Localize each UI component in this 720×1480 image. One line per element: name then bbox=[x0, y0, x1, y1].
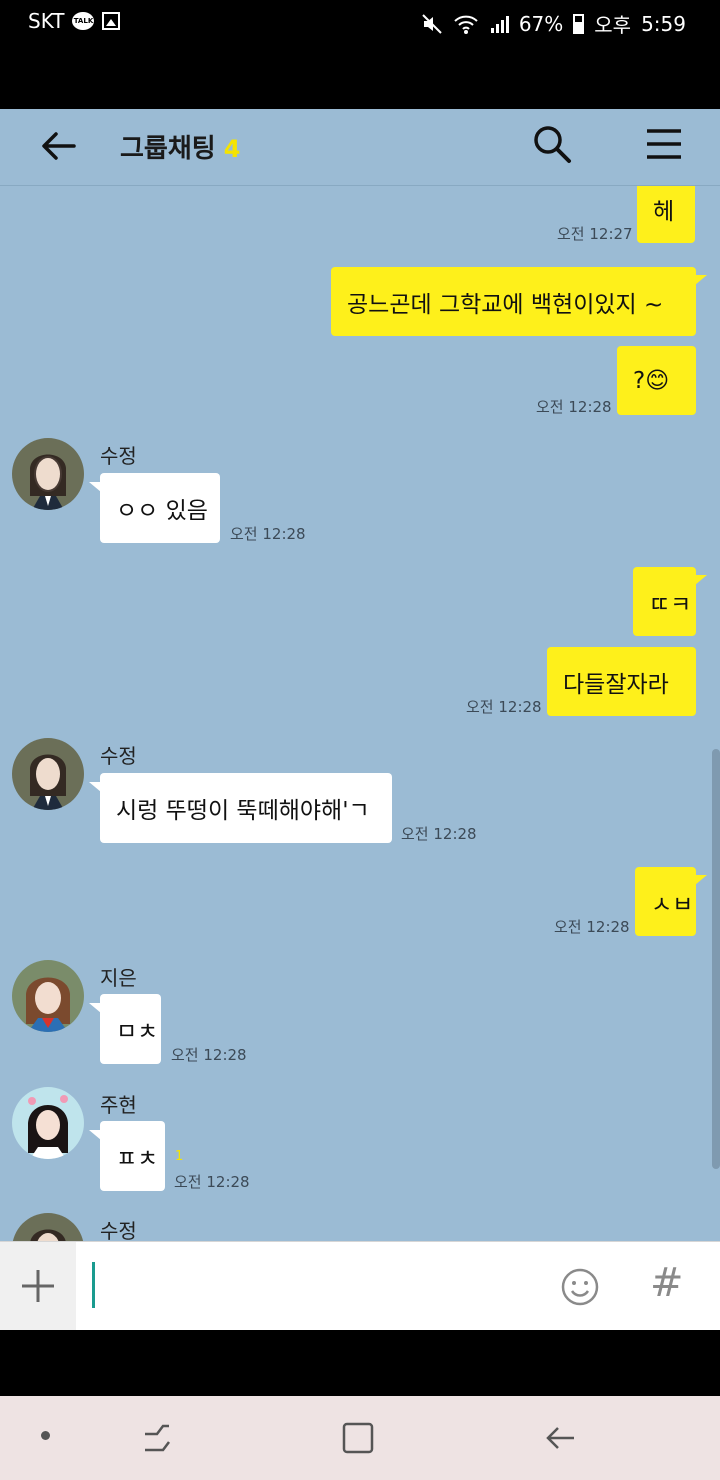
attach-button[interactable] bbox=[0, 1242, 76, 1330]
bubble-tail bbox=[695, 275, 707, 285]
wifi-icon bbox=[454, 15, 478, 34]
carrier-label: SKT bbox=[28, 9, 65, 33]
status-bar: SKT TALK 67% 오후 5:59 bbox=[0, 0, 720, 44]
other-message-bubble[interactable]: ㅇㅇ 있음 bbox=[100, 473, 220, 543]
message-text: ㅁㅊ bbox=[116, 1019, 159, 1045]
bubble-tail bbox=[695, 875, 707, 885]
sender-name: 수정 bbox=[100, 1219, 137, 1241]
chat-title: 그룹채팅 4 bbox=[120, 128, 240, 165]
message-time: 오전 12:27 bbox=[557, 225, 633, 243]
my-message-bubble[interactable]: 공느곤데 그학교에 백현이있지 ~ bbox=[331, 267, 696, 336]
message-time: 오전 12:28 bbox=[401, 825, 477, 843]
message-text: ㅅㅂ bbox=[651, 891, 694, 918]
emoji-icon[interactable] bbox=[560, 1267, 600, 1307]
sender-name: 주현 bbox=[100, 1093, 137, 1117]
my-message-bubble[interactable]: 다들잘자라 bbox=[547, 647, 696, 716]
message-time: 오전 12:28 bbox=[466, 698, 542, 716]
back-icon[interactable] bbox=[540, 1418, 580, 1458]
message-text: ?😊 bbox=[633, 367, 670, 394]
message-text: 다들잘자라 bbox=[563, 671, 669, 698]
menu-icon[interactable] bbox=[644, 125, 684, 165]
my-message-bubble[interactable]: ㄸㅋ bbox=[633, 567, 696, 636]
bubble-tail bbox=[695, 575, 707, 585]
avatar-sujeong[interactable] bbox=[12, 738, 84, 810]
message-text: 공느곤데 그학교에 백현이있지 ~ bbox=[347, 291, 664, 318]
chat-header: 그룹채팅 4 bbox=[0, 109, 720, 186]
other-message-bubble[interactable]: ㅁㅊ bbox=[100, 994, 161, 1064]
message-text: ㅇㅇ 있음 bbox=[116, 498, 208, 524]
message-text: ㅍㅊ bbox=[116, 1146, 159, 1172]
search-icon[interactable] bbox=[530, 122, 574, 166]
bubble-tail bbox=[89, 482, 101, 492]
plus-icon bbox=[22, 1270, 54, 1302]
bubble-tail bbox=[89, 1003, 101, 1013]
battery-percent: 67% bbox=[518, 11, 564, 36]
sender-name: 수정 bbox=[100, 744, 137, 768]
message-input-bar: # bbox=[0, 1241, 720, 1330]
text-cursor bbox=[92, 1262, 95, 1308]
message-text: 시렁 뚜떵이 뚝떼해야해'ㄱ bbox=[116, 798, 370, 824]
other-message-bubble[interactable]: ㅍㅊ bbox=[100, 1121, 165, 1191]
chat-room[interactable]: 그룹채팅 4 헤 오전 12:27 공느곤데 그학교에 백현이있지 ~ ?😊 오전… bbox=[0, 109, 720, 1241]
avatar-sujeong[interactable] bbox=[12, 1213, 84, 1241]
nav-dot-icon[interactable] bbox=[41, 1431, 50, 1440]
message-time: 오전 12:28 bbox=[174, 1173, 250, 1191]
sender-name: 지은 bbox=[100, 966, 137, 990]
bubble-tail bbox=[89, 1130, 101, 1140]
back-arrow-icon[interactable] bbox=[38, 125, 80, 167]
ampm-label: 오후 bbox=[594, 13, 632, 37]
hash-icon[interactable]: # bbox=[650, 1260, 684, 1306]
unread-count: 1 bbox=[175, 1149, 184, 1164]
message-time: 오전 12:28 bbox=[536, 398, 612, 416]
avatar-sujeong[interactable] bbox=[12, 438, 84, 510]
kakaotalk-notification-icon: TALK bbox=[72, 12, 95, 30]
message-text: 헤 bbox=[653, 199, 675, 225]
image-notification-icon bbox=[102, 12, 121, 30]
my-message-bubble[interactable]: ?😊 bbox=[617, 346, 696, 415]
message-time: 오전 12:28 bbox=[554, 918, 630, 936]
my-message-bubble[interactable]: ㅅㅂ bbox=[635, 867, 696, 936]
system-nav-bar bbox=[0, 1396, 720, 1480]
battery-icon bbox=[573, 13, 585, 34]
bubble-tail bbox=[89, 782, 101, 792]
message-time: 오전 12:28 bbox=[230, 525, 306, 543]
avatar-jieun[interactable] bbox=[12, 960, 84, 1032]
scrollbar[interactable] bbox=[712, 749, 720, 1169]
home-icon[interactable] bbox=[338, 1418, 378, 1458]
member-count: 4 bbox=[223, 135, 241, 163]
sender-name: 수정 bbox=[100, 444, 137, 468]
other-message-bubble[interactable]: 시렁 뚜떵이 뚝떼해야해'ㄱ bbox=[100, 773, 392, 843]
mute-icon bbox=[422, 13, 442, 34]
avatar-juhyun[interactable] bbox=[12, 1087, 84, 1159]
message-input[interactable] bbox=[86, 1256, 540, 1318]
clock: 5:59 bbox=[641, 11, 686, 36]
message-text: ㄸㅋ bbox=[649, 591, 692, 618]
recent-apps-icon[interactable] bbox=[137, 1418, 177, 1458]
chat-room-name: 그룹채팅 bbox=[120, 134, 216, 164]
message-time: 오전 12:28 bbox=[171, 1046, 247, 1064]
signal-icon bbox=[490, 15, 509, 33]
